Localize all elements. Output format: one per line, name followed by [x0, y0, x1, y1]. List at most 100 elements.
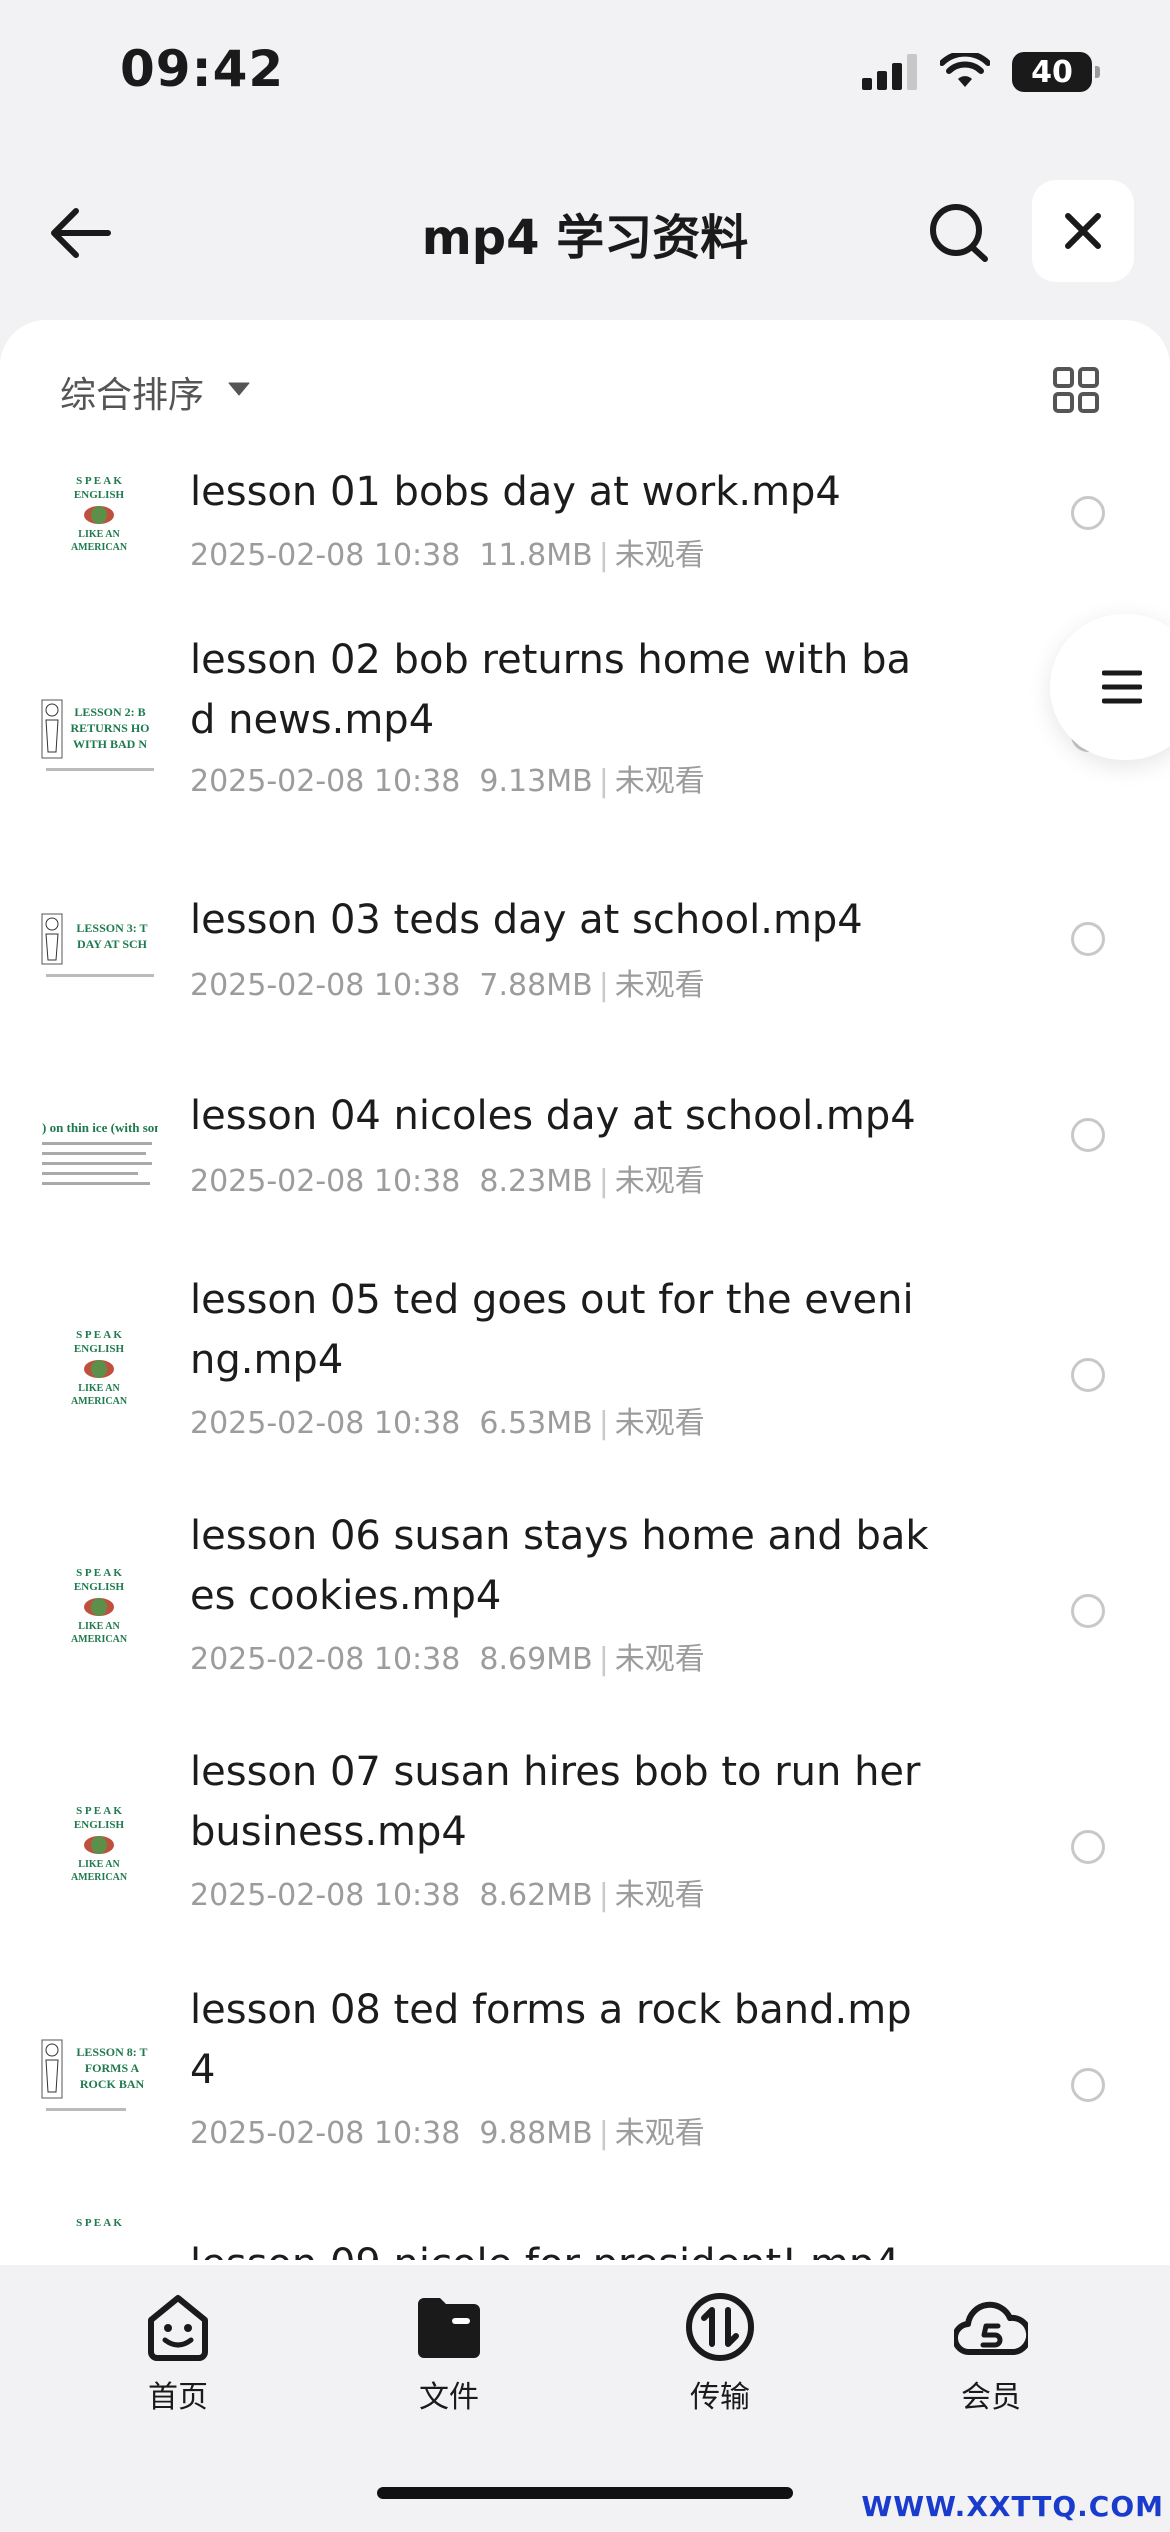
video-thumbnail: S P E A K ENGLISH LIKE AN AMERICAN — [40, 1314, 158, 1432]
select-radio[interactable] — [1071, 2068, 1105, 2102]
tab-label: 会员 — [961, 2380, 1021, 2415]
home-indicator[interactable] — [377, 2487, 793, 2499]
svg-text:LIKE AN: LIKE AN — [78, 1621, 120, 1632]
select-radio[interactable] — [1071, 496, 1105, 530]
file-name: lesson 07 susan hires bob to run her bus… — [190, 1749, 921, 1855]
svg-text:ENGLISH: ENGLISH — [74, 1819, 125, 1831]
select-radio[interactable] — [1071, 922, 1105, 956]
file-name: lesson 03 teds day at school.mp4 — [190, 897, 863, 943]
select-radio[interactable] — [1071, 1118, 1105, 1152]
svg-text:LIKE AN: LIKE AN — [78, 1859, 120, 1870]
video-thumbnail: LESSON 3: T DAY AT SCH — [40, 900, 158, 1018]
select-radio[interactable] — [1071, 1830, 1105, 1864]
file-name: lesson 08 ted forms a rock band.mp4 — [190, 1987, 912, 2093]
file-size: 9.13MB — [479, 764, 593, 799]
svg-text:LIKE AN: LIKE AN — [78, 1383, 120, 1394]
file-date: 2025-02-08 10:38 — [190, 538, 461, 573]
file-date: 2025-02-08 10:38 — [190, 764, 461, 799]
svg-text:ENGLISH: ENGLISH — [74, 1581, 125, 1593]
status-icons: 40 — [862, 52, 1100, 92]
file-row[interactable]: ) on thin ice (with som lesson 04 nicole… — [0, 1060, 1170, 1250]
video-thumbnail: LESSON 8: T FORMS A ROCK BAN — [40, 2026, 158, 2144]
svg-text:RETURNS HO: RETURNS HO — [70, 721, 149, 735]
svg-text:DAY AT SCH: DAY AT SCH — [77, 937, 148, 951]
file-date: 2025-02-08 10:38 — [190, 1406, 461, 1441]
file-name: lesson 05 ted goes out for the evening.m… — [190, 1277, 914, 1383]
tab-label: 文件 — [419, 2380, 479, 2415]
file-name: lesson 01 bobs day at work.mp4 — [190, 469, 841, 515]
battery-icon: 40 — [1012, 52, 1100, 92]
svg-text:ENGLISH: ENGLISH — [74, 489, 125, 501]
file-meta: 2025-02-08 10:38 8.62MB | 未观看 — [190, 1878, 705, 1913]
watch-status: 未观看 — [614, 1406, 705, 1441]
transfer-icon — [686, 2293, 754, 2361]
video-thumbnail: S P E A K ENGLISH LIKE AN AMERICAN — [40, 1790, 158, 1908]
video-thumbnail: S P E A K — [40, 2202, 158, 2260]
watermark: WWW.XXTTQ.COM — [861, 2490, 1164, 2523]
file-name: lesson 06 susan stays home and bakes coo… — [190, 1513, 929, 1619]
file-meta: 2025-02-08 10:38 7.88MB | 未观看 — [190, 968, 705, 1003]
svg-text:AMERICAN: AMERICAN — [71, 1634, 128, 1645]
select-radio[interactable] — [1071, 1358, 1105, 1392]
close-button[interactable] — [1032, 180, 1134, 282]
tab-vip[interactable]: 会员 — [916, 2290, 1066, 2416]
watch-status: 未观看 — [614, 764, 705, 799]
svg-text:ENGLISH: ENGLISH — [74, 1343, 125, 1355]
folder-icon — [418, 2298, 480, 2358]
watch-status: 未观看 — [614, 1878, 705, 1913]
file-row[interactable]: LESSON 2: B RETURNS HO WITH BAD N lesson… — [0, 630, 1170, 860]
file-meta: 2025-02-08 10:38 11.8MB | 未观看 — [190, 538, 705, 573]
file-row[interactable]: S P E A K ENGLISH LIKE AN AMERICAN lesso… — [0, 1726, 1170, 1964]
svg-text:S P E A K: S P E A K — [76, 475, 122, 487]
file-row[interactable]: LESSON 3: T DAY AT SCH lesson 03 teds da… — [0, 860, 1170, 1060]
select-radio[interactable] — [1071, 1594, 1105, 1628]
video-thumbnail: S P E A K ENGLISH LIKE AN AMERICAN — [40, 1552, 158, 1670]
svg-text:S P E A K: S P E A K — [76, 1329, 122, 1341]
smiley-home-icon — [148, 2295, 208, 2361]
file-meta: 2025-02-08 10:38 8.23MB | 未观看 — [190, 1164, 705, 1199]
file-row[interactable]: LESSON 8: T FORMS A ROCK BAN lesson 08 t… — [0, 1964, 1170, 2200]
cellular-signal-icon — [862, 54, 917, 90]
close-icon — [1065, 213, 1101, 249]
svg-text:) on thin ice (with som: ) on thin ice (with som — [42, 1120, 158, 1135]
search-icon — [930, 204, 988, 262]
tab-files[interactable]: 文件 — [374, 2290, 524, 2416]
svg-text:LESSON 2: B: LESSON 2: B — [74, 705, 145, 719]
sort-dropdown[interactable]: 综合排序 — [60, 366, 204, 418]
watch-status: 未观看 — [614, 1164, 705, 1199]
file-date: 2025-02-08 10:38 — [190, 2116, 461, 2151]
file-name: lesson 04 nicoles day at school.mp4 — [190, 1093, 916, 1139]
search-button[interactable] — [924, 198, 994, 268]
svg-text:AMERICAN: AMERICAN — [71, 1396, 128, 1407]
watch-status: 未观看 — [614, 1642, 705, 1677]
video-thumbnail: LESSON 2: B RETURNS HO WITH BAD N — [40, 686, 158, 804]
file-name: lesson 02 bob returns home with bad news… — [190, 637, 911, 743]
svg-text:AMERICAN: AMERICAN — [71, 1872, 128, 1883]
file-meta: 2025-02-08 10:38 9.13MB | 未观看 — [190, 764, 705, 799]
svg-text:S P E A K: S P E A K — [76, 1567, 122, 1579]
grid-view-icon[interactable] — [1052, 366, 1100, 414]
file-row[interactable]: S P E A K ENGLISH LIKE AN AMERICAN lesso… — [0, 450, 1170, 630]
wifi-icon — [940, 53, 990, 87]
svg-text:S P E A K: S P E A K — [76, 1805, 122, 1817]
file-date: 2025-02-08 10:38 — [190, 1642, 461, 1677]
file-list-panel: 综合排序 S P E A K ENGLISH LIKE AN AMERICAN — [0, 320, 1170, 2265]
file-meta: 2025-02-08 10:38 6.53MB | 未观看 — [190, 1406, 705, 1441]
svg-text:FORMS A: FORMS A — [85, 2061, 140, 2075]
page-title: mp4 学习资料 — [421, 210, 749, 266]
file-size: 9.88MB — [479, 2116, 593, 2151]
file-size: 6.53MB — [479, 1406, 593, 1441]
tab-transfer[interactable]: 传输 — [645, 2290, 795, 2416]
file-list: S P E A K ENGLISH LIKE AN AMERICAN lesso… — [0, 450, 1170, 2260]
tab-home[interactable]: 首页 — [103, 2290, 253, 2416]
file-name: lesson 09 nicole for president!.mp4 — [190, 2234, 935, 2260]
caret-down-icon[interactable] — [228, 382, 250, 396]
file-row[interactable]: S P E A K lesson 09 nicole for president… — [0, 2200, 1170, 2260]
file-row[interactable]: S P E A K ENGLISH LIKE AN AMERICAN lesso… — [0, 1250, 1170, 1490]
file-meta: 2025-02-08 10:38 9.88MB | 未观看 — [190, 2116, 705, 2151]
file-row[interactable]: S P E A K ENGLISH LIKE AN AMERICAN lesso… — [0, 1490, 1170, 1726]
svg-text:LESSON 8: T: LESSON 8: T — [76, 2045, 147, 2059]
status-bar: 09:42 40 — [0, 0, 1170, 150]
file-size: 8.23MB — [479, 1164, 593, 1199]
file-size: 8.69MB — [479, 1642, 593, 1677]
